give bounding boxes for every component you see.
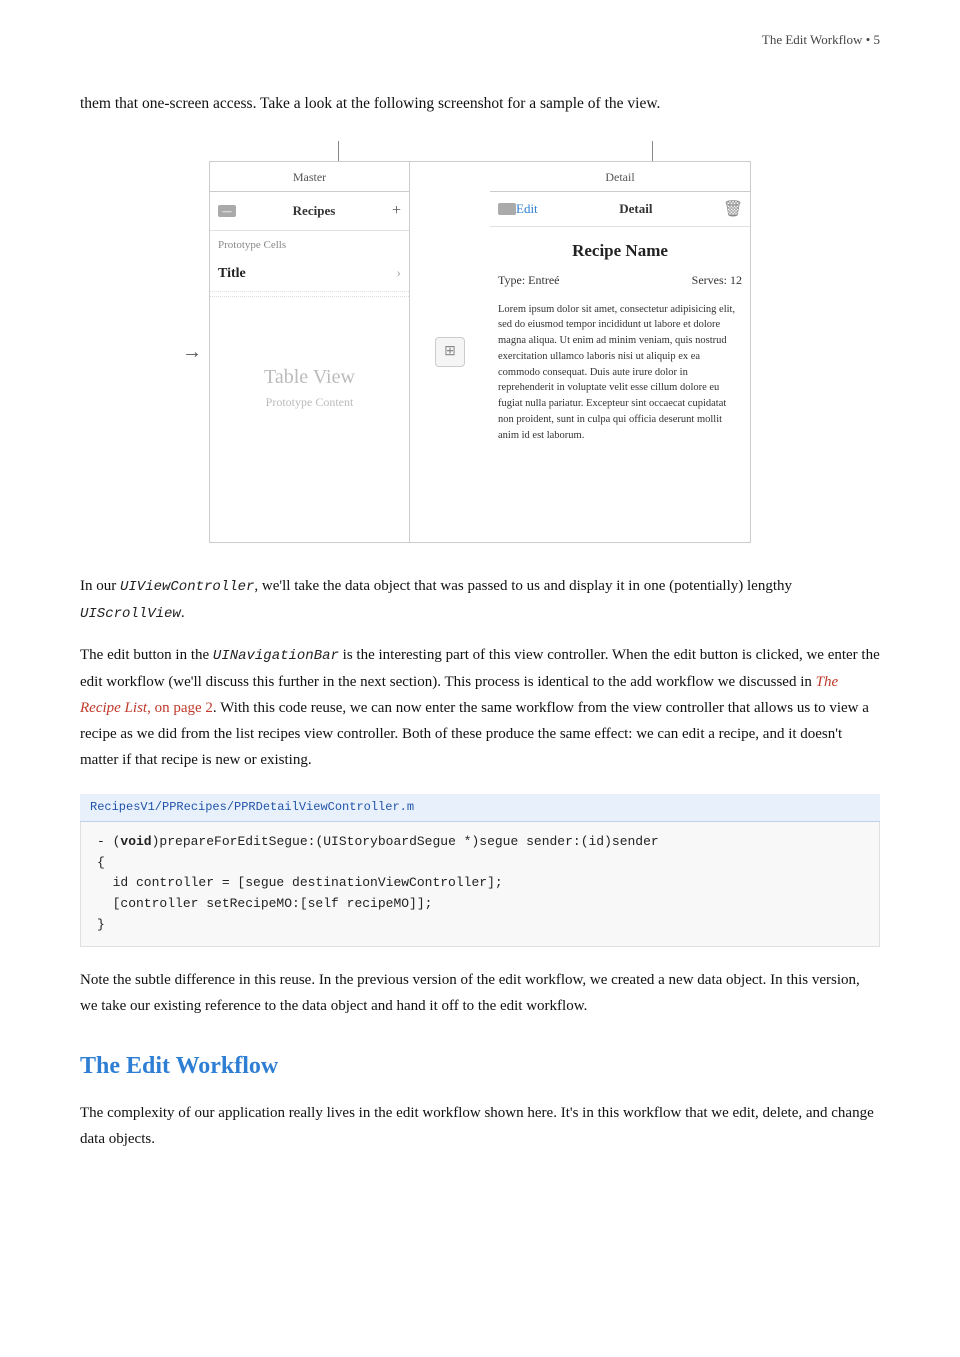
detail-top-bar: Edit Detail 🗑: [490, 192, 750, 227]
recipe-body-text: Lorem ipsum dolor sit amet, consectetur …: [490, 298, 750, 448]
diagram-wrapper: → Master — Recipes + Prototype Cells: [80, 141, 880, 543]
page-number: 5: [874, 32, 881, 47]
serves-label: Serves: 12: [692, 271, 742, 290]
page-header: The Edit Workflow • 5: [80, 30, 880, 71]
prototype-content-label: Prototype Content: [266, 393, 354, 412]
type-label: Type: Entreé: [498, 271, 559, 290]
detail-panel: Detail Edit Detail 🗑 Recipe Name Type: E…: [490, 162, 750, 542]
detail-label: Detail: [548, 199, 724, 220]
detail-minus-button[interactable]: [498, 203, 516, 215]
master-panel-label: Master: [210, 162, 409, 192]
page-title-header: The Edit Workflow: [762, 32, 863, 47]
section-heading: The Edit Workflow: [80, 1047, 880, 1085]
code-filename: RecipesV1/PPRecipes/PPRDetailViewControl…: [80, 794, 880, 822]
header-separator: •: [866, 32, 874, 47]
code-block: - (void)prepareForEditSegue:(UIStoryboar…: [80, 822, 880, 947]
storyboard-diagram: → Master — Recipes + Prototype Cells: [209, 161, 751, 543]
top-line-right: [652, 141, 653, 161]
paragraph-1: In our UIViewController, we'll take the …: [80, 573, 880, 626]
chevron-icon: ›: [396, 263, 401, 285]
inline-code-uiviewcontroller: UIViewController: [120, 579, 254, 595]
title-row: Title ›: [210, 257, 409, 292]
left-arrow-icon: →: [182, 336, 202, 368]
master-recipes-label: Recipes: [236, 201, 392, 222]
master-center-area: Table View Prototype Content: [210, 301, 409, 432]
recipe-meta: Type: Entreé Serves: 12: [490, 269, 750, 298]
page-container: The Edit Workflow • 5 them that one-scre…: [0, 0, 960, 1357]
intro-paragraph: them that one-screen access. Take a look…: [80, 91, 880, 117]
detail-edit-button[interactable]: Edit: [516, 199, 538, 220]
code-void-keyword: void: [120, 834, 151, 849]
master-add-button[interactable]: +: [392, 198, 401, 224]
paragraph-2: The edit button in the UINavigationBar i…: [80, 642, 880, 774]
master-panel: Master — Recipes + Prototype Cells Title…: [210, 162, 410, 542]
dotted-divider: [210, 296, 409, 297]
connector-lines-top: [208, 141, 753, 161]
table-view-label: Table View: [264, 361, 355, 393]
connector-area: ⊞: [410, 162, 490, 542]
section-body: The complexity of our application really…: [80, 1100, 880, 1153]
detail-trash-icon[interactable]: 🗑: [724, 198, 742, 220]
inline-code-uinavigationbar: UINavigationBar: [213, 648, 339, 664]
recipe-name-heading: Recipe Name: [490, 227, 750, 268]
master-minus-button[interactable]: —: [218, 205, 236, 217]
title-label: Title: [218, 263, 246, 285]
inline-code-uiscrollview: UIScrollView: [80, 606, 181, 622]
note-paragraph: Note the subtle difference in this reuse…: [80, 967, 880, 1020]
master-top-bar: — Recipes +: [210, 192, 409, 231]
top-line-left: [338, 141, 339, 161]
connector-icon: ⊞: [435, 337, 465, 367]
detail-panel-label: Detail: [490, 162, 750, 192]
prototype-cells-label: Prototype Cells: [210, 231, 409, 257]
recipe-list-link[interactable]: The Recipe List, on page 2: [80, 674, 838, 716]
